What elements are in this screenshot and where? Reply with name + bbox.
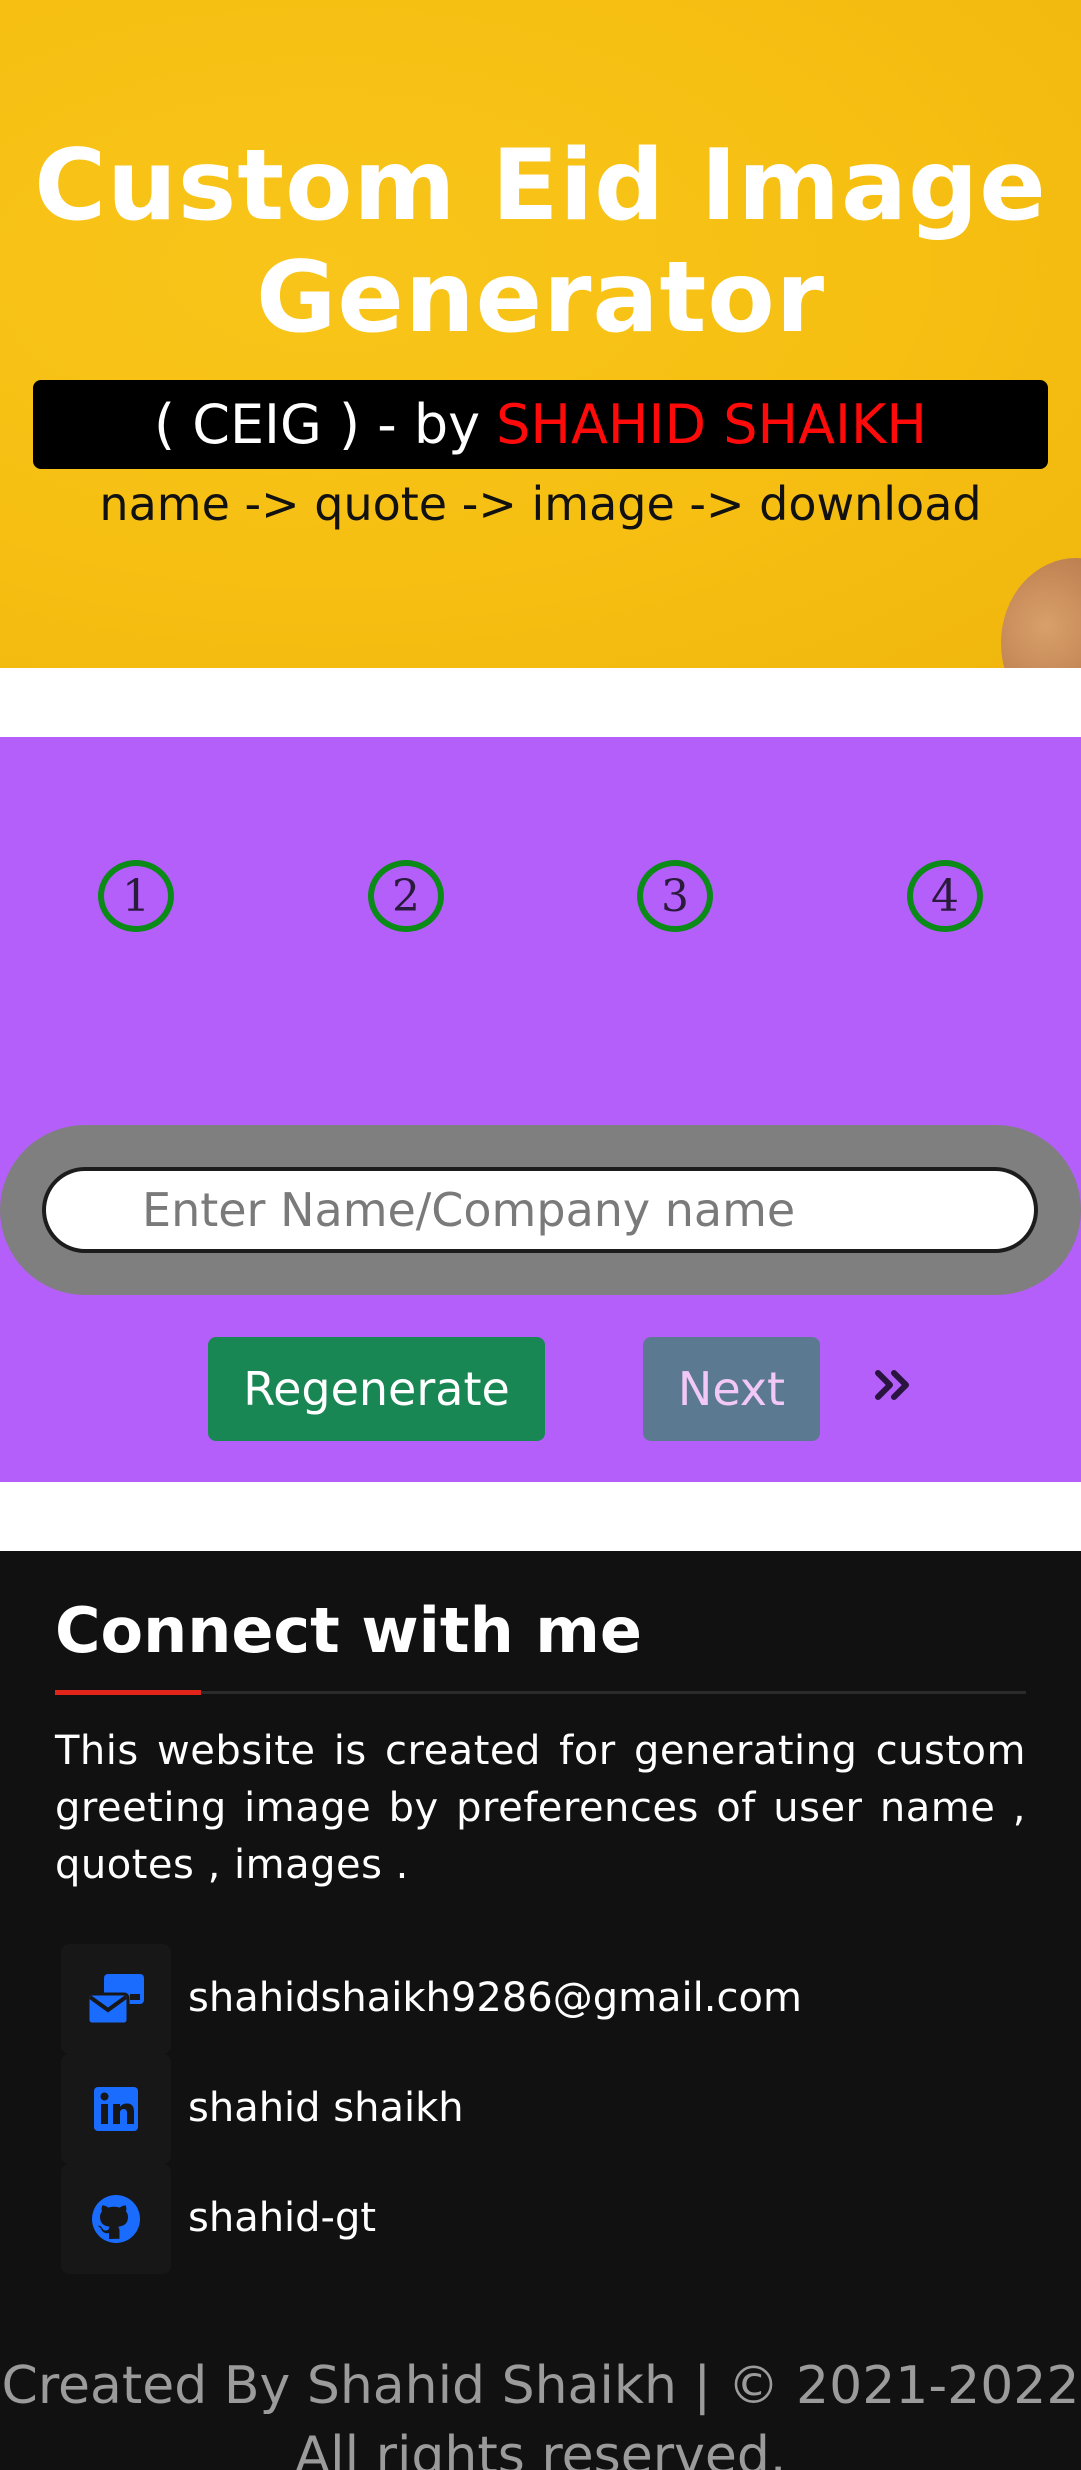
mail-bulk-icon[interactable] bbox=[61, 1944, 171, 2054]
heading-divider-accent bbox=[55, 1690, 201, 1695]
regenerate-button[interactable]: Regenerate bbox=[208, 1337, 545, 1441]
step-indicator-2[interactable]: 2 bbox=[368, 860, 444, 932]
title-line-2: Generator bbox=[255, 241, 826, 355]
footer: Connect with me This website is created … bbox=[0, 1551, 1081, 2470]
linkedin-icon[interactable] bbox=[61, 2054, 171, 2164]
contact-email[interactable]: shahidshaikh9286@gmail.com bbox=[61, 1944, 1021, 2054]
step-indicator-4[interactable]: 4 bbox=[907, 860, 983, 932]
copyright: Created By Shahid Shaikh | © 2021-2022 A… bbox=[0, 2351, 1081, 2470]
step-indicator-1[interactable]: 1 bbox=[98, 860, 174, 932]
contact-email-label[interactable]: shahidshaikh9286@gmail.com bbox=[188, 1970, 802, 2026]
hero-background-image-corner bbox=[1001, 558, 1081, 668]
hero-banner-section: Custom Eid Image Generator ( CEIG ) - by… bbox=[0, 0, 1081, 668]
banner-prefix: ( CEIG ) - by bbox=[154, 393, 481, 456]
step-indicator-3[interactable]: 3 bbox=[637, 860, 713, 932]
title-line-1: Custom Eid Image bbox=[34, 129, 1047, 243]
next-button[interactable]: Next bbox=[643, 1337, 820, 1441]
contact-linkedin-label[interactable]: shahid shaikh bbox=[188, 2080, 464, 2136]
process-steps-text: name -> quote -> image -> download bbox=[99, 477, 982, 531]
subtitle-banner: ( CEIG ) - by SHAHID SHAIKH bbox=[33, 380, 1048, 469]
generator-wizard: 1 2 3 4 Regenerate Next bbox=[0, 737, 1081, 1482]
double-chevron-right-icon[interactable] bbox=[874, 1370, 914, 1400]
contact-github-label[interactable]: shahid-gt bbox=[188, 2190, 376, 2246]
connect-heading: Connect with me bbox=[55, 1594, 642, 1667]
copyright-line-1: Created By Shahid Shaikh | © 2021-2022 bbox=[1, 2356, 1080, 2416]
page-title: Custom Eid Image Generator bbox=[0, 130, 1081, 354]
copyright-line-2: All rights reserved. bbox=[294, 2426, 787, 2470]
github-icon[interactable] bbox=[61, 2164, 171, 2274]
name-input[interactable] bbox=[42, 1167, 1038, 1253]
contact-github[interactable]: shahid-gt bbox=[61, 2164, 1021, 2274]
banner-author: SHAHID SHAIKH bbox=[496, 393, 927, 456]
contact-linkedin[interactable]: shahid shaikh bbox=[61, 2054, 1021, 2164]
about-text: This website is created for generating c… bbox=[55, 1728, 1026, 1888]
